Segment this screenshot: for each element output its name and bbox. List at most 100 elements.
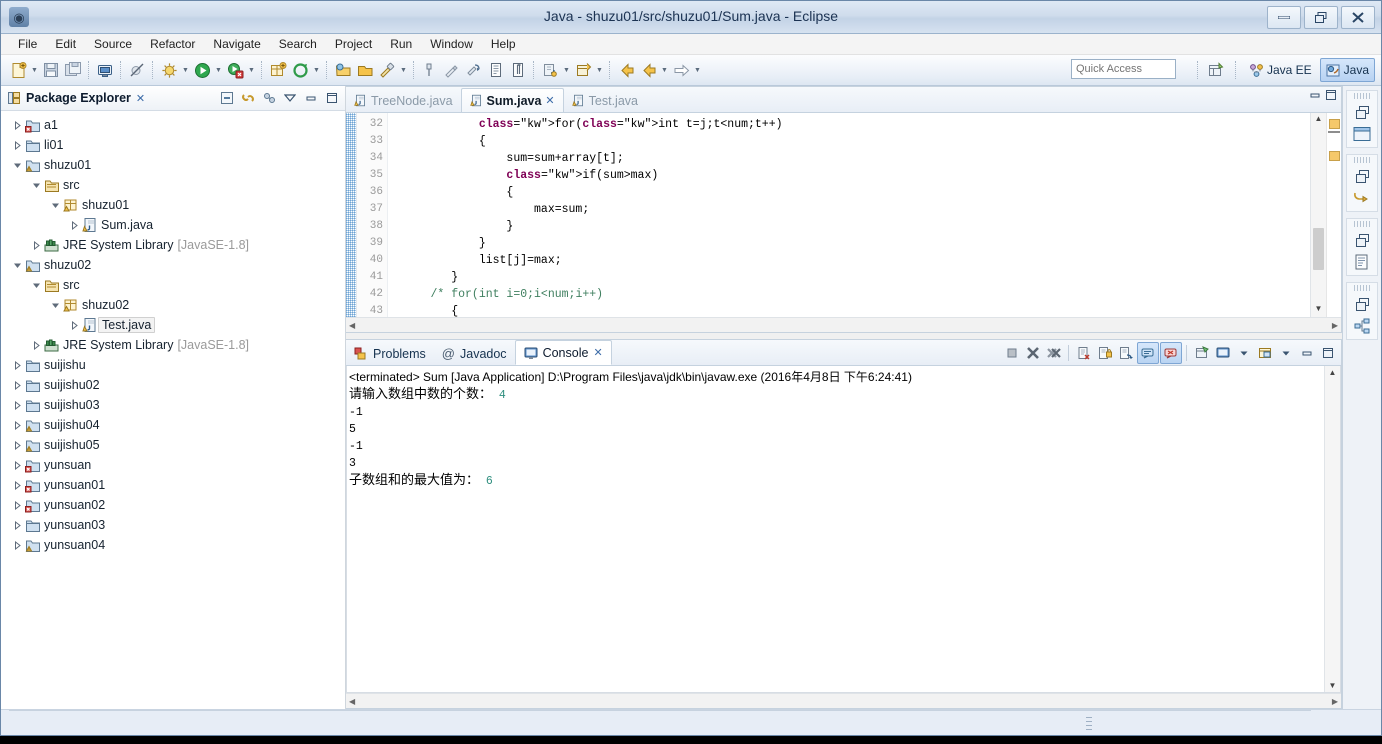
tree-item-suijishu04[interactable]: suijishu04 (1, 415, 345, 435)
open-console-icon[interactable] (1255, 343, 1275, 363)
code-line[interactable]: { (396, 184, 1310, 201)
editor-scroll-up-arrow[interactable]: ▲ (1315, 113, 1323, 125)
menu-refactor[interactable]: Refactor (141, 35, 204, 53)
code-line[interactable]: class="kw">for(class="kw">int t=j;t<num;… (396, 116, 1310, 133)
perspective-java[interactable]: Java (1319, 58, 1375, 82)
console-output[interactable]: <terminated> Sum [Java Application] D:\P… (347, 366, 1324, 692)
twisty-expanded-icon[interactable] (49, 201, 62, 210)
tree-item-yunsuan01[interactable]: yunsuan01 (1, 475, 345, 495)
console-close-icon[interactable]: ✕ (593, 346, 602, 359)
new-file-icon[interactable] (7, 59, 29, 81)
editor-source-code[interactable]: class="kw">for(class="kw">int t=j;t<num;… (388, 113, 1310, 317)
display-selected-console-icon[interactable] (1213, 343, 1233, 363)
code-line[interactable]: } (396, 218, 1310, 235)
tree-item-shuzu01[interactable]: shuzu01 (1, 155, 345, 175)
tree-item-suijishu03[interactable]: suijishu03 (1, 395, 345, 415)
tree-item-shuzu01[interactable]: shuzu01 (1, 195, 345, 215)
debug-dropdown-icon[interactable]: ▼ (180, 59, 191, 81)
search-icon[interactable] (376, 59, 398, 81)
twisty-expanded-icon[interactable] (30, 181, 43, 190)
task-list-icon[interactable] (1350, 251, 1374, 273)
print-icon[interactable] (94, 59, 116, 81)
code-line[interactable]: sum=sum+array[t]; (396, 150, 1310, 167)
tree-item-shuzu02[interactable]: shuzu02 (1, 255, 345, 275)
external-tools-icon[interactable] (224, 59, 246, 81)
editor-tab-test-java[interactable]: Test.java (564, 89, 646, 112)
right-arrow-icon[interactable] (670, 59, 692, 81)
link-with-editor-icon[interactable] (238, 88, 257, 107)
tree-item-yunsuan04[interactable]: yunsuan04 (1, 535, 345, 555)
menu-help[interactable]: Help (482, 35, 525, 53)
twisty-collapsed-icon[interactable] (11, 440, 24, 450)
display-selected-console-dropdown-icon[interactable] (1234, 343, 1254, 363)
console-hscroll-right-arrow[interactable]: ▶ (1332, 697, 1338, 706)
forward-arrow-icon[interactable] (637, 59, 659, 81)
twisty-collapsed-icon[interactable] (30, 240, 43, 250)
new-class-icon[interactable] (289, 59, 311, 81)
twisty-collapsed-icon[interactable] (11, 360, 24, 370)
fast-view-group-tasklist[interactable] (1346, 218, 1378, 276)
pin-icon[interactable] (419, 59, 441, 81)
open-type-icon[interactable] (332, 59, 354, 81)
package-explorer-close-icon[interactable]: ✕ (136, 92, 145, 105)
tab-problems[interactable]: Problems (346, 342, 434, 365)
tree-item-li01[interactable]: li01 (1, 135, 345, 155)
tree-item-jre-system-library[interactable]: JRE System Library [JavaSE-1.8] (1, 335, 345, 355)
code-line[interactable]: /* for(int i=0;i<num;i++) (396, 286, 1310, 303)
show-console-on-error-icon[interactable] (1160, 342, 1182, 364)
menu-file[interactable]: File (9, 35, 46, 53)
pencil-icon[interactable] (441, 59, 463, 81)
tree-item-test-java[interactable]: Test.java (1, 315, 345, 335)
debug-icon[interactable] (158, 59, 180, 81)
paragraph-icon[interactable] (507, 59, 529, 81)
menu-window[interactable]: Window (421, 35, 482, 53)
code-line[interactable]: class="kw">if(sum>max) (396, 167, 1310, 184)
restore-view-icon-2[interactable] (1350, 165, 1374, 187)
fast-view-grip-2[interactable] (1354, 157, 1370, 163)
menu-edit[interactable]: Edit (46, 35, 85, 53)
save-all-icon[interactable] (62, 59, 84, 81)
console-scroll-up-arrow[interactable]: ▲ (1329, 368, 1337, 377)
twisty-expanded-icon[interactable] (11, 261, 24, 270)
hierarchy-view-icon[interactable] (1350, 315, 1374, 337)
open-perspective-icon[interactable] (1206, 59, 1228, 81)
editor-scroll-down-arrow[interactable]: ▼ (1315, 303, 1323, 315)
editor-annotation-ruler[interactable] (346, 113, 357, 317)
view-menu-icon[interactable] (280, 88, 299, 107)
fast-view-group-outline[interactable] (1346, 154, 1378, 212)
minimize-editor-icon[interactable] (1309, 89, 1321, 101)
fast-view-grip[interactable] (1354, 93, 1370, 99)
editor-area-icon[interactable] (1350, 123, 1374, 145)
menu-run[interactable]: Run (381, 35, 421, 53)
editor-body[interactable]: 32 33 34 35 36 37 38 39 40 41 42 43 class="kw">for(… (346, 113, 1341, 317)
new-editor-dropdown-icon[interactable]: ▼ (594, 59, 605, 81)
code-line[interactable]: } (396, 269, 1310, 286)
new-file-dropdown-icon[interactable]: ▼ (29, 59, 40, 81)
close-button[interactable] (1341, 6, 1375, 29)
open-task-icon[interactable] (354, 59, 376, 81)
word-wrap-icon[interactable] (1116, 343, 1136, 363)
scroll-lock-icon[interactable] (1095, 343, 1115, 363)
maximize-console-icon[interactable] (1318, 343, 1338, 363)
twisty-collapsed-icon[interactable] (11, 420, 24, 430)
terminate-icon[interactable] (1002, 343, 1022, 363)
run-dropdown-icon[interactable]: ▼ (213, 59, 224, 81)
tree-item-yunsuan02[interactable]: yunsuan02 (1, 495, 345, 515)
pin-console-icon[interactable] (1192, 343, 1212, 363)
restore-button[interactable] (1304, 6, 1338, 29)
quick-access-input[interactable] (1071, 59, 1176, 79)
forward-dropdown-icon[interactable]: ▼ (659, 59, 670, 81)
editor-scroll-thumb[interactable] (1313, 228, 1324, 270)
twisty-collapsed-icon[interactable] (11, 400, 24, 410)
tree-item-src[interactable]: src (1, 175, 345, 195)
tree-item-shuzu02[interactable]: shuzu02 (1, 295, 345, 315)
tree-item-src[interactable]: src (1, 275, 345, 295)
remove-all-terminated-icon[interactable] (1044, 343, 1064, 363)
focus-on-active-task-icon[interactable] (259, 88, 278, 107)
new-editor-icon[interactable] (572, 59, 594, 81)
editor-horizontal-scrollbar[interactable]: ◀ ▶ (346, 317, 1341, 332)
tree-item-suijishu[interactable]: suijishu (1, 355, 345, 375)
new-package-icon[interactable] (267, 59, 289, 81)
tree-item-sum-java[interactable]: Sum.java (1, 215, 345, 235)
twisty-collapsed-icon[interactable] (11, 540, 24, 550)
